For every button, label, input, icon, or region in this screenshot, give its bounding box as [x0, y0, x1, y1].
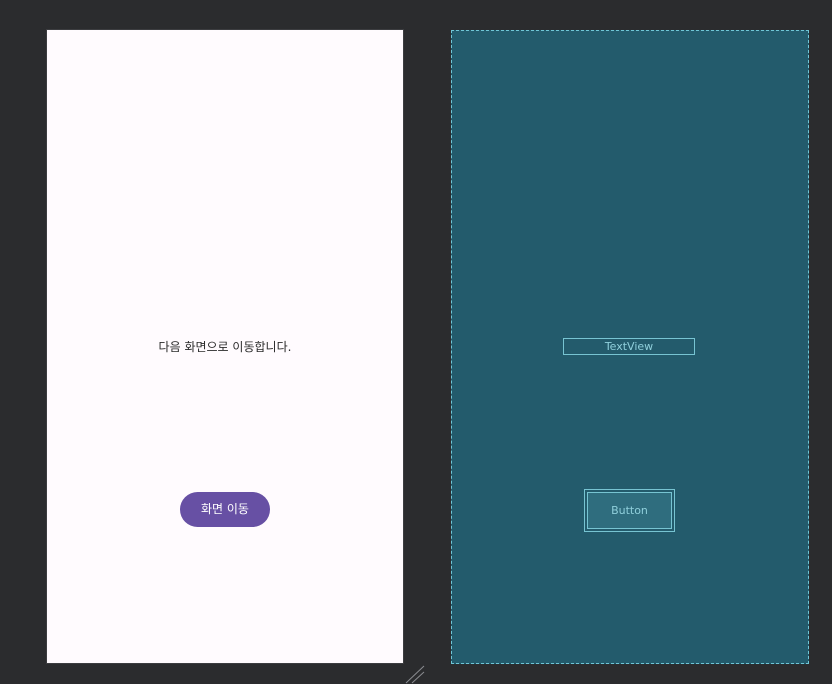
blueprint-button[interactable]: Button: [584, 489, 675, 532]
layout-editor-canvas: 다음 화면으로 이동합니다. 화면 이동 TextView Button: [0, 0, 832, 684]
resize-handle-icon[interactable]: [404, 665, 426, 684]
design-preview-panel[interactable]: 다음 화면으로 이동합니다. 화면 이동: [47, 30, 403, 663]
move-screen-button[interactable]: 화면 이동: [180, 492, 270, 527]
message-textview[interactable]: 다음 화면으로 이동합니다.: [47, 339, 403, 355]
blueprint-panel[interactable]: TextView Button: [451, 30, 809, 664]
blueprint-button-label: Button: [587, 492, 672, 529]
blueprint-textview[interactable]: TextView: [563, 338, 695, 355]
